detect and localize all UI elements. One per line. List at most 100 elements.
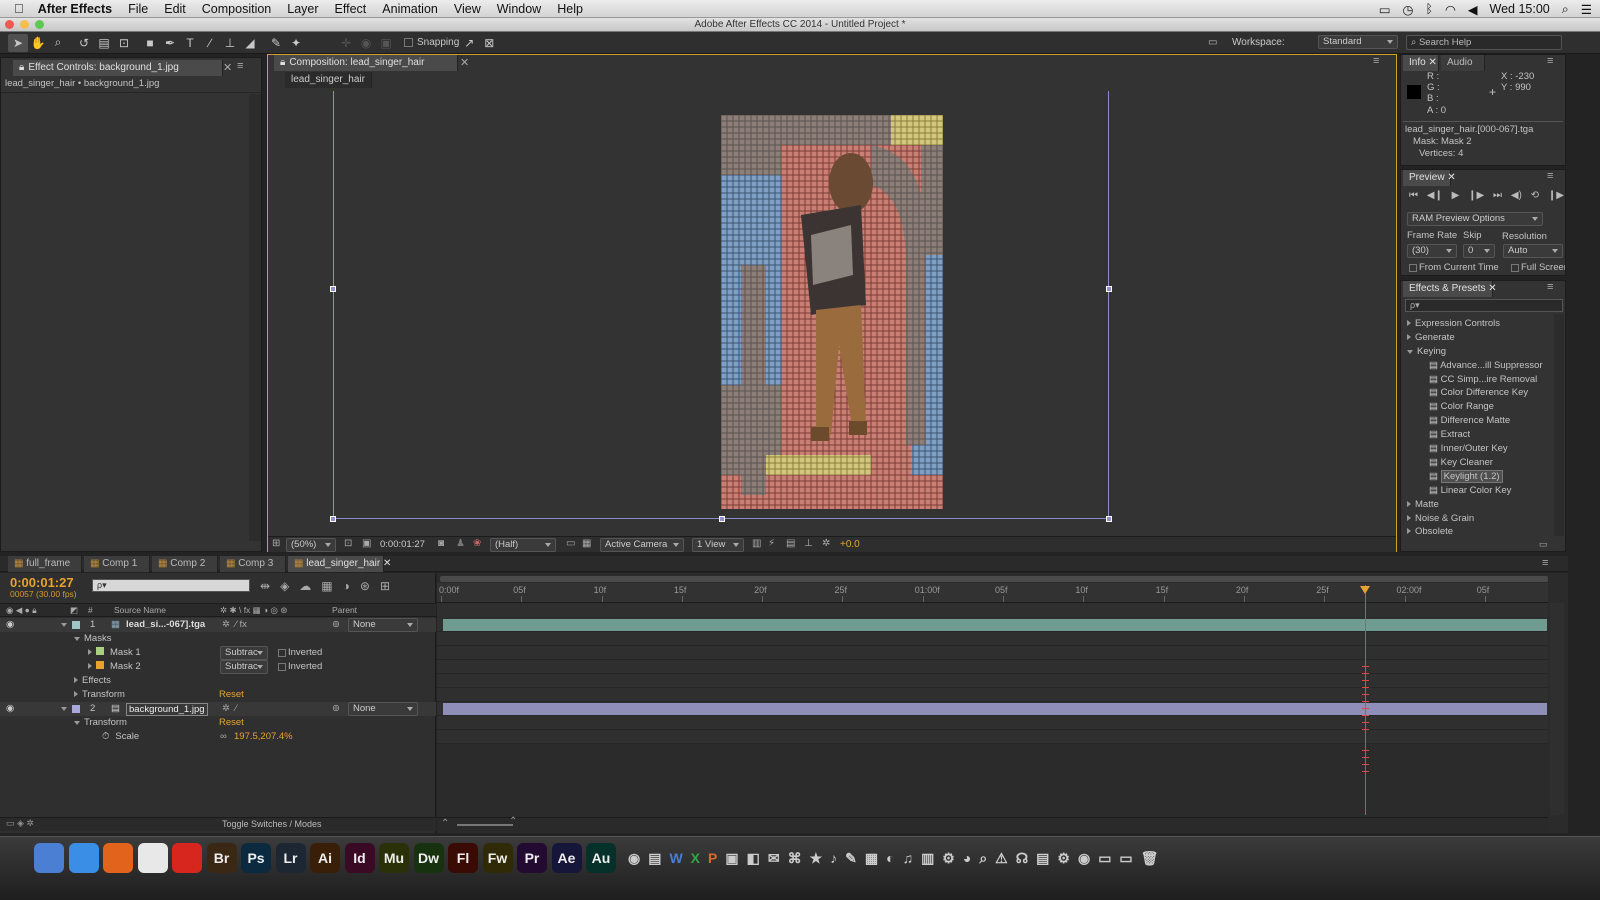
menu-app-name[interactable]: After Effects <box>32 2 120 16</box>
volume-icon[interactable]: ◀ <box>1468 2 1478 17</box>
rotation-tool-icon[interactable]: ↺ <box>74 34 94 52</box>
keyframe-marker[interactable] <box>1361 694 1369 702</box>
close-tab-icon[interactable]: ✕ <box>223 61 232 74</box>
snap-edge-icon[interactable]: ↗ <box>459 34 479 52</box>
effects-list-item[interactable]: ▤ Key Cleaner <box>1429 456 1493 470</box>
expand-layer-icon[interactable] <box>61 707 67 711</box>
effects-list-item[interactable]: ▤ Extract <box>1429 428 1470 442</box>
footer-icons[interactable]: ▭ ◈ ✲ <box>6 818 34 829</box>
tab-lead-singer-hair[interactable]: ▦ lead_singer_hair ✕ <box>288 556 391 572</box>
menu-layer[interactable]: Layer <box>279 2 326 16</box>
layer-2-duration-bar[interactable] <box>443 703 1547 715</box>
masks-group[interactable]: Masks <box>74 632 111 646</box>
col-source-name-label[interactable]: Source Name <box>114 604 166 616</box>
constrain-proportions-icon[interactable]: ∞ <box>220 730 227 744</box>
close-window-button[interactable] <box>5 20 14 29</box>
frame-handle-right[interactable] <box>1106 286 1112 292</box>
notification-center-icon[interactable]: ☰ <box>1581 2 1592 17</box>
tab-audio[interactable]: Audio <box>1441 55 1485 71</box>
dock-app-icon[interactable]: Au <box>586 843 616 873</box>
mask-visibility-icon[interactable]: ▣ <box>362 538 371 549</box>
effects-list-item[interactable]: Keying <box>1407 345 1446 359</box>
dock-app-icon[interactable]: ⚙ <box>1057 850 1070 867</box>
expand-icon[interactable] <box>88 663 92 669</box>
expand-icon[interactable] <box>74 691 78 697</box>
dock-app-icon[interactable]: Id <box>344 843 375 873</box>
dock-app-icon[interactable]: ▦ <box>865 850 878 867</box>
bluetooth-icon[interactable]: ᛒ <box>1425 2 1433 16</box>
zoom-out-icon[interactable]: ⌃ <box>441 818 449 829</box>
skip-dropdown[interactable]: 0 <box>1463 244 1495 258</box>
effects-list-item[interactable]: ▤ Advance...ill Suppressor <box>1429 359 1543 373</box>
zoom-slider[interactable] <box>457 824 513 826</box>
camera-dropdown[interactable]: Active Camera <box>600 538 684 552</box>
safe-zones-icon[interactable]: ⊡ <box>344 538 352 549</box>
dock-app-icon[interactable]: Pr <box>517 843 547 873</box>
dock-app-icon[interactable] <box>34 843 64 873</box>
first-frame-icon[interactable]: ⏮ <box>1409 190 1418 201</box>
minimize-window-button[interactable] <box>20 20 29 29</box>
layer-1-duration-bar[interactable] <box>443 619 1547 631</box>
flowchart-icon[interactable]: ⊥ <box>804 538 813 549</box>
mask-1-row[interactable]: Mask 1 Subtrac Inverted <box>88 646 428 660</box>
from-current-time-checkbox[interactable] <box>1409 264 1417 272</box>
camera-tool-icon[interactable]: ▤ <box>94 34 114 52</box>
pen-tool-icon[interactable]: ✒ <box>160 34 180 52</box>
expand-icon[interactable] <box>1407 349 1413 354</box>
dock-app-icon[interactable]: ▤ <box>1036 850 1049 867</box>
exposure-value[interactable]: +0.0 <box>840 539 860 550</box>
menu-animation[interactable]: Animation <box>374 2 446 16</box>
mask-color[interactable] <box>96 661 104 669</box>
effects-list-item[interactable]: ▤ Linear Color Key <box>1429 484 1511 498</box>
toggle-switches-modes[interactable]: Toggle Switches / Modes <box>222 819 322 829</box>
expand-icon[interactable] <box>1407 333 1411 340</box>
layer-name[interactable]: lead_si...-067].tga <box>126 618 205 632</box>
dock-app-icon[interactable]: Fl <box>448 843 478 873</box>
time-ruler[interactable]: 0:00f 05f 10f 15f 20f 25f 01:00f 05f 10f 15f 20f 25… <box>437 583 1548 603</box>
trash-icon[interactable]: 🗑︎ <box>1141 850 1159 867</box>
reset-link[interactable]: Reset <box>219 688 244 702</box>
menubar-clock[interactable]: Wed 15:00 <box>1490 2 1550 16</box>
panel-menu-icon[interactable]: ≡ <box>1542 557 1548 569</box>
expand-icon[interactable] <box>1407 528 1411 535</box>
timeline-vertical-scrollbar[interactable] <box>1550 603 1564 815</box>
panel-menu-icon[interactable]: ≡ <box>237 60 243 72</box>
keyframe-marker[interactable] <box>1361 750 1369 758</box>
mask-2-row[interactable]: Mask 2 Subtrac Inverted <box>88 660 428 674</box>
transform-group[interactable]: Transform Reset <box>74 716 434 730</box>
current-time-indicator-head[interactable] <box>1359 586 1370 594</box>
menu-edit[interactable]: Edit <box>156 2 194 16</box>
timeline-zoom-bar[interactable]: ⌃ ⌃ <box>437 816 1548 831</box>
ram-preview-options-dropdown[interactable]: RAM Preview Options <box>1407 212 1543 226</box>
effects-list-item[interactable]: ▤ Color Range <box>1429 400 1494 414</box>
tab-comp-3[interactable]: ▦ Comp 3 <box>220 556 286 572</box>
previous-frame-icon[interactable]: ◀❙ <box>1427 190 1443 201</box>
expand-icon[interactable] <box>74 637 80 641</box>
dock-app-icon[interactable]: ♪ <box>830 850 837 866</box>
frame-handle-bottom-center[interactable] <box>719 516 725 522</box>
effects-list-item[interactable]: Expression Controls <box>1407 317 1500 331</box>
effects-list-item[interactable]: ▤ Difference Matte <box>1429 414 1510 428</box>
dock-app-icon[interactable]: Br <box>206 843 237 873</box>
effects-group[interactable]: Effects <box>74 674 111 688</box>
loop-icon[interactable]: ⟲ <box>1531 190 1539 201</box>
layer-row-2[interactable]: ◉ 2 ▤ background_1.jpg ✲ ∕ ⊚ None <box>0 702 436 716</box>
menu-window[interactable]: Window <box>489 2 549 16</box>
time-machine-icon[interactable]: ◷ <box>1403 2 1414 17</box>
dock-app-icon[interactable]: ▭ <box>1119 850 1132 867</box>
battery-icon[interactable]: ▭ <box>1379 2 1391 17</box>
inverted-checkbox[interactable] <box>278 663 286 671</box>
ram-preview-icon[interactable]: ❙▶ <box>1548 190 1564 201</box>
pickwhip-icon[interactable]: ⊚ <box>332 618 340 632</box>
toggle-pixel-aspect-icon[interactable]: ▥ <box>752 538 761 549</box>
spotlight-icon[interactable]: ⌕ <box>1562 2 1569 17</box>
frame-handle-bottom-left[interactable] <box>330 516 336 522</box>
effects-list-item[interactable]: Noise & Grain <box>1407 512 1474 526</box>
tab-effects-presets[interactable]: Effects & Presets ✕ <box>1403 281 1497 297</box>
tab-info[interactable]: Info ✕ <box>1403 55 1439 71</box>
dock-app-icon[interactable]: Dw <box>413 843 444 873</box>
scale-value[interactable]: 197.5,207.4% <box>234 730 293 744</box>
dock-app-icon[interactable]: ◐ <box>886 850 894 866</box>
lock-icon[interactable]: 🔒︎ <box>19 62 24 73</box>
menu-effect[interactable]: Effect <box>327 2 375 16</box>
